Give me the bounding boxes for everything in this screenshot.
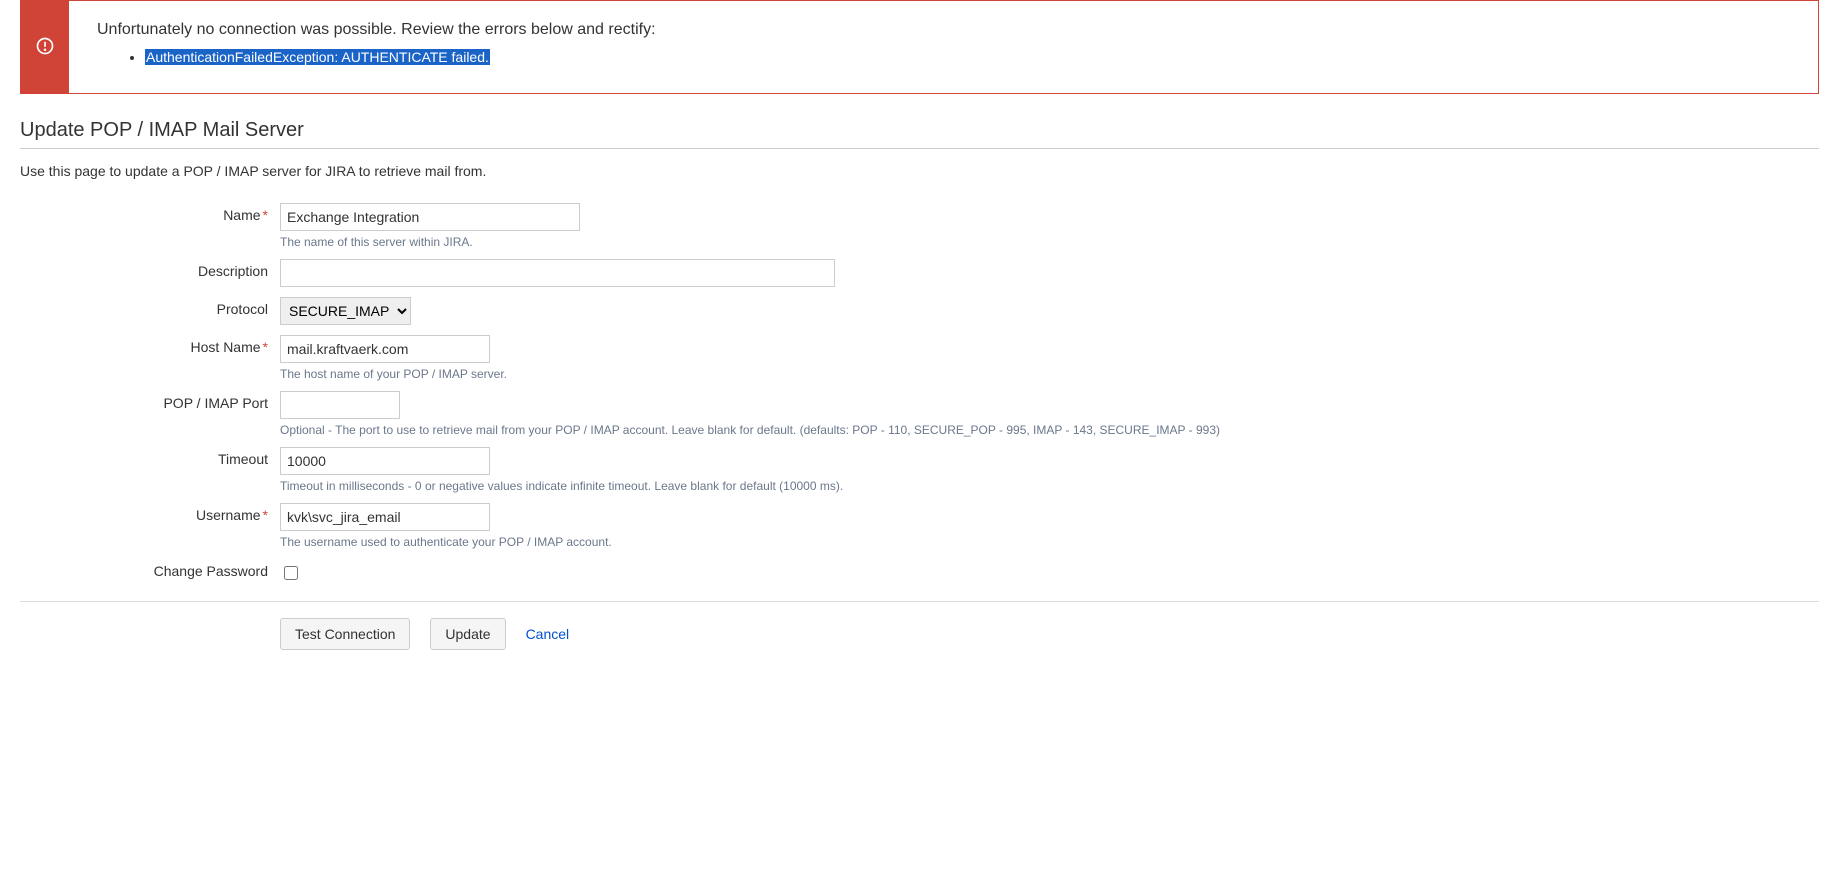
error-list: AuthenticationFailedException: AUTHENTIC… (97, 49, 1790, 65)
page-title: Update POP / IMAP Mail Server (20, 119, 1819, 149)
description-input[interactable] (280, 259, 835, 287)
host-input[interactable] (280, 335, 490, 363)
host-hint: The host name of your POP / IMAP server. (280, 367, 1819, 381)
error-icon-column (21, 1, 69, 93)
change-password-label: Change Password (20, 559, 280, 579)
error-heading: Unfortunately no connection was possible… (97, 21, 1790, 39)
name-hint: The name of this server within JIRA. (280, 235, 1819, 249)
host-label: Host Name* (20, 335, 280, 355)
error-item: AuthenticationFailedException: AUTHENTIC… (145, 49, 1790, 65)
cancel-link[interactable]: Cancel (526, 626, 570, 642)
error-item-text: AuthenticationFailedException: AUTHENTIC… (145, 49, 490, 65)
protocol-label: Protocol (20, 297, 280, 317)
username-label: Username* (20, 503, 280, 523)
timeout-input[interactable] (280, 447, 490, 475)
test-connection-button[interactable]: Test Connection (280, 618, 410, 650)
username-input[interactable] (280, 503, 490, 531)
port-label: POP / IMAP Port (20, 391, 280, 411)
port-input[interactable] (280, 391, 400, 419)
protocol-select[interactable]: SECURE_IMAP (280, 297, 411, 325)
description-label: Description (20, 259, 280, 279)
timeout-label: Timeout (20, 447, 280, 467)
page-description: Use this page to update a POP / IMAP ser… (20, 163, 1819, 179)
port-hint: Optional - The port to use to retrieve m… (280, 423, 1819, 437)
name-input[interactable] (280, 203, 580, 231)
update-button[interactable]: Update (430, 618, 505, 650)
name-label: Name* (20, 203, 280, 223)
error-banner: Unfortunately no connection was possible… (20, 0, 1819, 94)
timeout-hint: Timeout in milliseconds - 0 or negative … (280, 479, 1819, 493)
username-hint: The username used to authenticate your P… (280, 535, 1819, 549)
change-password-checkbox[interactable] (284, 566, 298, 580)
error-icon (35, 36, 55, 59)
